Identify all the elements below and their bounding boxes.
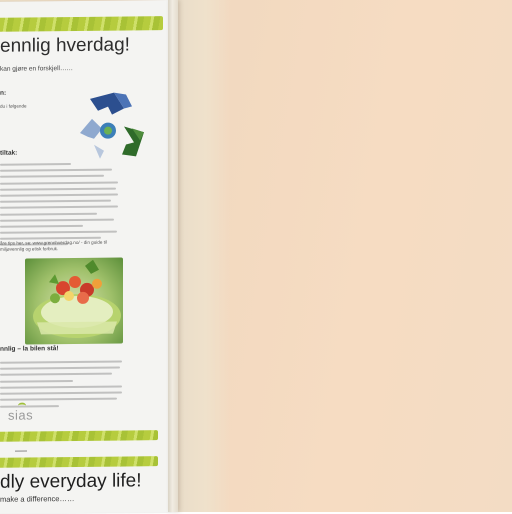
poster: ennlig hverdag! kan gjøre en forskjell………: [0, 0, 170, 514]
body-text-block-2: [0, 360, 122, 387]
top-green-stripe: [0, 16, 163, 32]
poster-title-english: dly everyday life!: [0, 470, 142, 493]
section-heading-2: tiltak:: [0, 149, 18, 157]
divider: [15, 450, 27, 452]
sias-logo: sias: [8, 407, 34, 423]
middle-green-stripe: [0, 430, 158, 442]
poster-title-norwegian: ennlig hverdag!: [0, 34, 130, 57]
recycle-icon: [80, 92, 144, 159]
fruit-salad-photo: [25, 257, 123, 345]
door-frame-edge: [168, 0, 178, 512]
web-note-2: miljøvennlig og etisk forbruk.: [0, 246, 59, 252]
lower-green-stripe: [0, 456, 158, 468]
body-text-block-1: [0, 163, 118, 251]
poster-subtitle-norwegian: kan gjøre en forskjell……: [0, 65, 73, 73]
section-text-1: du i følgende: [0, 103, 27, 109]
fruit-salad-image: [33, 259, 121, 338]
section-heading-3: nnlig – la bilen stå!: [0, 345, 59, 353]
section-heading-1: n:: [0, 89, 7, 97]
wall-shadow: [170, 0, 230, 512]
poster-subtitle-english: make a difference……: [0, 494, 75, 504]
